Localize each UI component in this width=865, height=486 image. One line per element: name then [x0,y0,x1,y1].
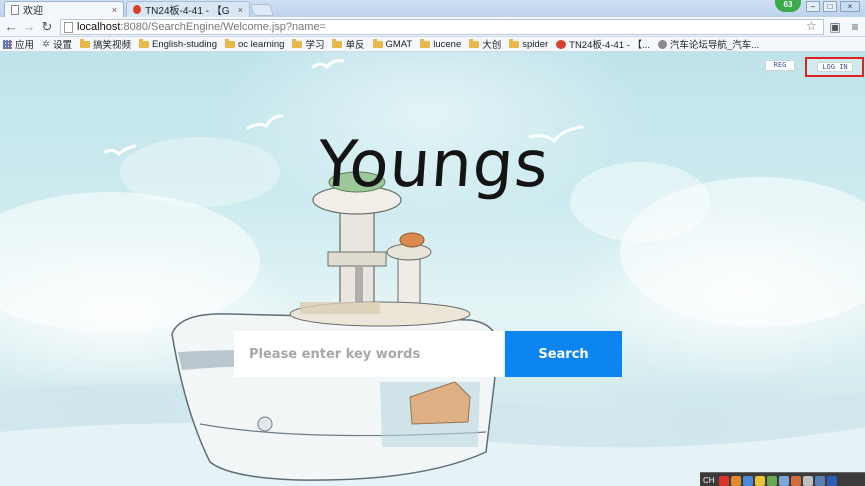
bookmark-folder[interactable]: spider [509,38,548,50]
login-label: LOG IN [817,62,853,72]
menu-icon[interactable]: ≡ [848,20,862,34]
bookmark-folder[interactable]: 大创 [469,37,501,51]
tray-app-icon[interactable] [718,475,729,486]
bookmark-folder[interactable]: 搞笑视频 [80,37,131,51]
help-icon[interactable] [826,475,837,486]
folder-icon [224,38,235,48]
bookmark-gmat-thread[interactable]: TN24板-4-41 - 【... [556,37,650,51]
extension-icon[interactable]: ▣ [828,20,842,34]
url-host: localhost [77,21,121,33]
minimize-button[interactable]: – [806,1,820,12]
taskbar-tray: CH [700,472,865,486]
bookmark-folder[interactable]: 单反 [332,37,365,51]
bookmark-folder[interactable]: English-studing [139,38,217,50]
address-bar[interactable]: localhost:8080/SearchEngine/Welcome.jsp?… [60,19,824,35]
tray-app-icon[interactable] [802,475,813,486]
welcome-page: REG LOG IN Youngs Search CH [0,52,865,486]
tab-label: 欢迎 [23,6,43,17]
tab-label: TN24板-4-41 - 【GMAT [145,6,230,17]
close-window-button[interactable]: × [840,1,860,12]
folder-icon [372,38,383,48]
login-link[interactable]: LOG IN [805,57,864,77]
tomato-icon [133,5,142,14]
register-link[interactable]: REG [765,60,795,71]
tab-gmat[interactable]: TN24板-4-41 - 【GMAT × [126,1,250,17]
page-icon [11,4,19,15]
bookmark-apps[interactable]: 应用 [3,37,34,51]
tray-app-icon[interactable] [814,475,825,486]
tray-app-icon[interactable] [742,475,753,486]
forward-arrow-icon[interactable]: → [21,19,37,35]
back-arrow-icon[interactable]: ← [3,19,19,35]
new-tab-button[interactable] [249,4,275,16]
folder-icon [469,38,480,48]
folder-icon [509,38,520,48]
tab-welcome[interactable]: 欢迎 × [4,1,124,17]
site-logo: Youngs [315,128,552,202]
url-path: :8080/SearchEngine/Welcome.jsp?name= [120,21,326,33]
bookmark-folder[interactable]: oc learning [224,38,284,50]
settings-star-icon: ✲ [42,38,50,50]
tray-app-icon[interactable] [790,475,801,486]
tray-app-icon[interactable] [754,475,765,486]
site-icon [657,39,667,49]
folder-icon [420,38,431,48]
tab-strip: 欢迎 × TN24板-4-41 - 【GMAT × 63 – □ × [0,0,865,17]
browser-toolbar: ← → ↻ localhost:8080/SearchEngine/Welcom… [0,17,865,37]
folder-icon [80,38,90,48]
folder-icon [139,38,150,48]
bookmark-car-forum[interactable]: 汽车论坛导航_汽车... [657,37,759,51]
bookmark-star-icon[interactable]: ☆ [806,19,817,33]
tab-close-icon[interactable]: × [238,5,243,15]
folder-icon [292,38,303,48]
bookmark-folder[interactable]: 学习 [292,37,324,51]
maximize-button[interactable]: □ [823,1,837,12]
search-button[interactable]: Search [505,331,622,377]
profile-badge[interactable]: 63 [775,0,801,12]
tomato-icon [556,39,567,49]
bookmark-folder[interactable]: GMAT [372,38,412,50]
input-language[interactable]: CH [703,476,715,485]
tray-app-icon[interactable] [778,475,789,486]
tray-app-icon[interactable] [766,475,777,486]
tab-close-icon[interactable]: × [112,5,117,15]
background-illustration [0,59,865,486]
reload-icon[interactable]: ↻ [39,19,55,35]
bookmark-settings[interactable]: ✲ 设置 [42,37,72,52]
page-icon [64,21,73,33]
apps-grid-icon [3,39,12,49]
bookmarks-bar: 应用 ✲ 设置 搞笑视频 English-studing oc learning … [0,37,865,52]
tray-app-icon[interactable] [730,475,741,486]
bookmark-folder[interactable]: lucene [420,38,461,50]
search-input[interactable] [234,331,504,377]
folder-icon [332,38,343,48]
